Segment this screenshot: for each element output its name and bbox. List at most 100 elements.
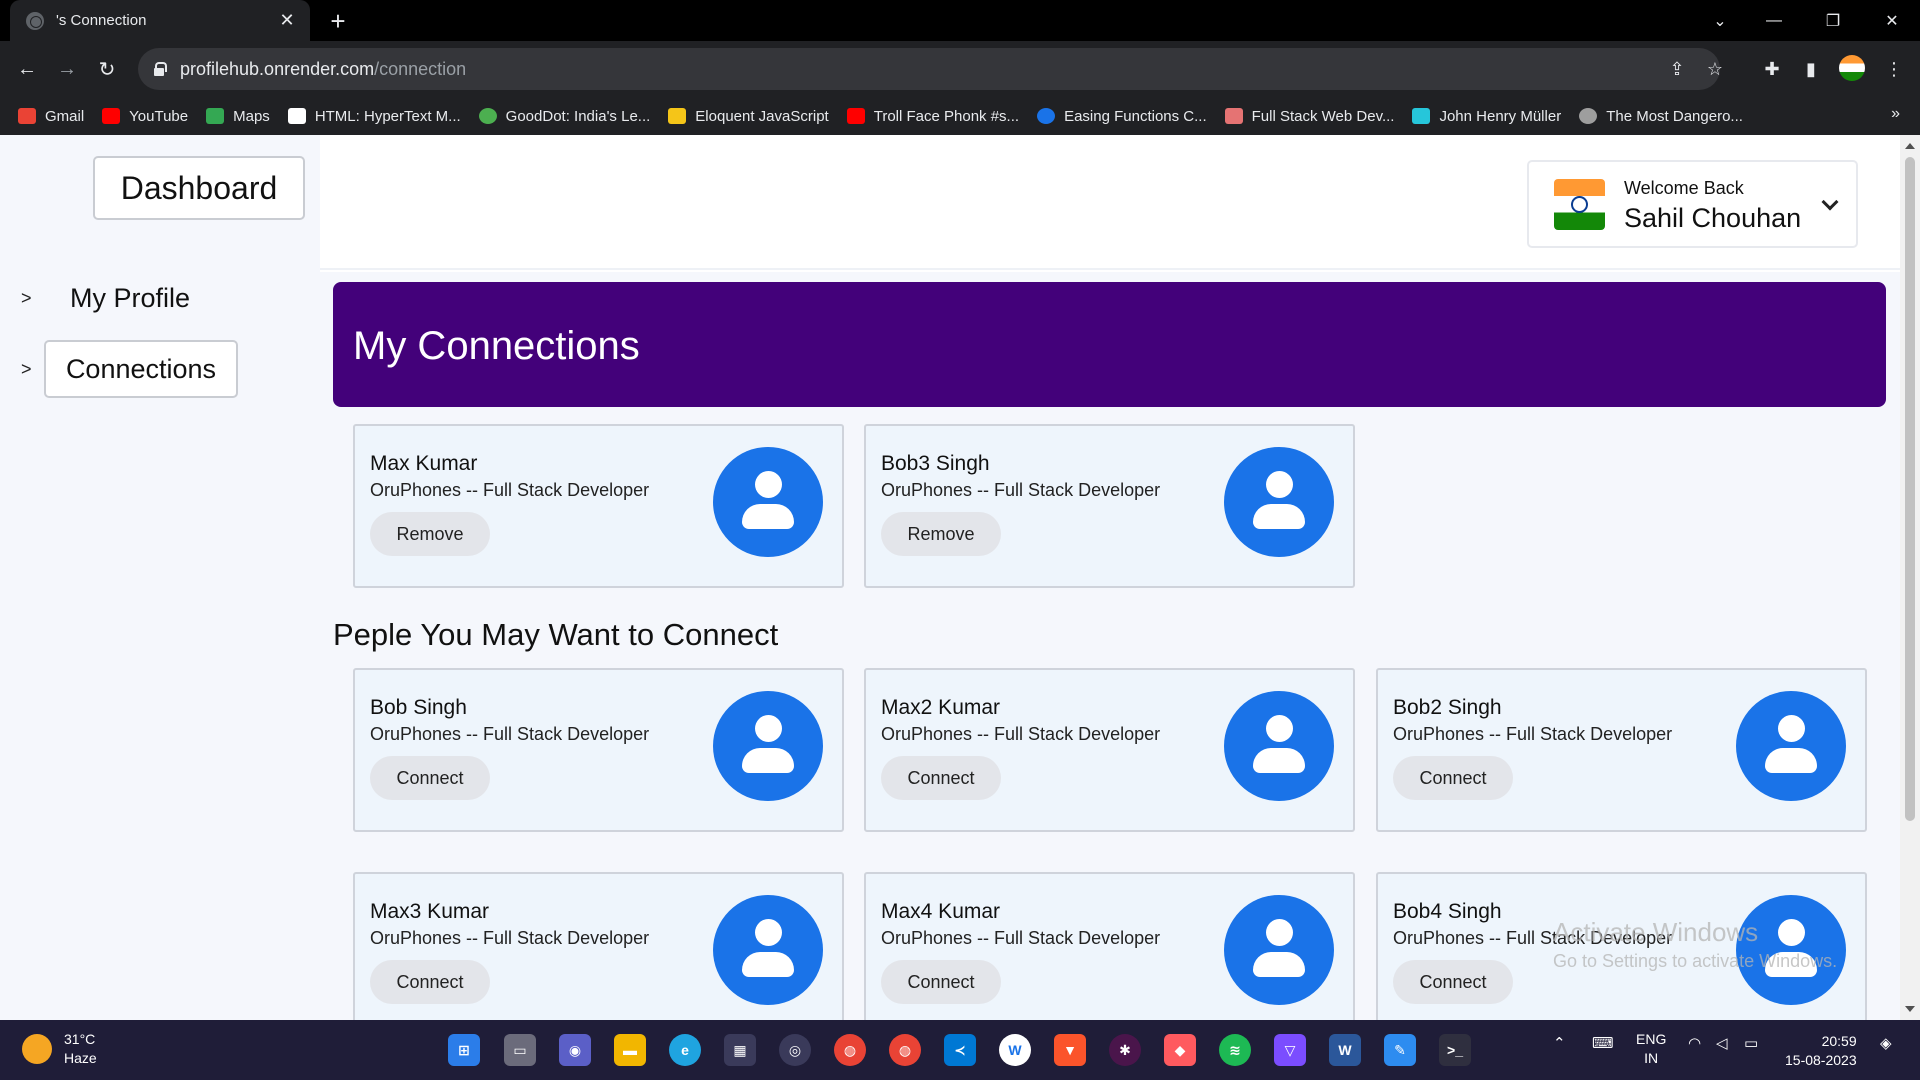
app-icon[interactable]: ▽ bbox=[1274, 1034, 1306, 1066]
new-tab-icon[interactable]: + bbox=[323, 6, 353, 36]
vscode-icon[interactable]: ≺ bbox=[944, 1034, 976, 1066]
person-name: Max Kumar bbox=[370, 452, 478, 475]
close-window-icon[interactable]: ✕ bbox=[1864, 0, 1920, 41]
app-icon[interactable]: ◆ bbox=[1164, 1034, 1196, 1066]
language-indicator[interactable]: ENG IN bbox=[1636, 1030, 1666, 1068]
bookmark-item[interactable]: Troll Face Phonk #s... bbox=[846, 108, 1019, 125]
connect-button[interactable]: Connect bbox=[370, 756, 490, 800]
terminal-icon[interactable]: >_ bbox=[1439, 1034, 1471, 1066]
suggestion-card: Max3 Kumar OruPhones -- Full Stack Devel… bbox=[353, 872, 844, 1020]
browser-tab[interactable]: 's Connection ✕ bbox=[10, 0, 310, 41]
minimize-icon[interactable]: — bbox=[1746, 0, 1802, 41]
slack-icon[interactable]: ✱ bbox=[1109, 1034, 1141, 1066]
bookmark-label: HTML: HyperText M... bbox=[314, 107, 461, 125]
task-view-icon[interactable]: ▭ bbox=[504, 1034, 536, 1066]
bookmark-item[interactable]: The Most Dangero... bbox=[1579, 108, 1743, 125]
bookmark-label: John Henry Müller bbox=[1439, 107, 1562, 125]
profile-avatar-icon[interactable] bbox=[1839, 55, 1865, 81]
address-bar[interactable]: profilehub.onrender.com/connection ⇪ ☆ bbox=[138, 48, 1723, 90]
maps-icon bbox=[206, 108, 225, 124]
browser-tab-strip: 's Connection ✕ + ⌄ — ❐ ✕ bbox=[0, 0, 1920, 41]
gooddot-icon bbox=[478, 108, 497, 124]
reload-icon[interactable]: ↻ bbox=[89, 51, 125, 87]
brave-icon[interactable]: ▼ bbox=[1054, 1034, 1086, 1066]
chrome-icon[interactable]: ◍ bbox=[834, 1034, 866, 1066]
edge-icon[interactable]: e bbox=[669, 1034, 701, 1066]
chevron-up-icon[interactable]: ⌃ bbox=[1553, 1034, 1566, 1052]
connect-button[interactable]: Connect bbox=[1393, 756, 1513, 800]
keyboard-icon[interactable]: ⌨ bbox=[1592, 1034, 1614, 1052]
side-panel-icon[interactable]: ▮ bbox=[1797, 55, 1825, 83]
site-icon bbox=[1579, 108, 1598, 124]
scroll-up-icon[interactable] bbox=[1905, 143, 1915, 149]
mdn-icon bbox=[287, 108, 306, 124]
restore-icon[interactable]: ❐ bbox=[1805, 0, 1861, 41]
bookmark-item[interactable]: John Henry Müller bbox=[1412, 108, 1561, 125]
bookmark-item[interactable]: GoodDot: India's Le... bbox=[478, 108, 650, 125]
sidebar-item-connections[interactable]: > Connections bbox=[0, 340, 320, 398]
scroll-down-icon[interactable] bbox=[1905, 1006, 1915, 1012]
back-icon[interactable]: ← bbox=[9, 51, 45, 87]
more-bookmarks-icon[interactable]: » bbox=[1891, 105, 1900, 123]
bookmark-item[interactable]: Full Stack Web Dev... bbox=[1224, 108, 1394, 125]
bookmark-label: Gmail bbox=[45, 107, 85, 125]
bookmark-star-icon[interactable]: ☆ bbox=[1703, 57, 1727, 81]
user-name: Sahil Chouhan bbox=[1624, 203, 1802, 233]
globe-icon bbox=[26, 11, 44, 30]
app-icon[interactable]: W bbox=[999, 1034, 1031, 1066]
word-icon[interactable]: W bbox=[1329, 1034, 1361, 1066]
url-host: profilehub.onrender.com bbox=[180, 58, 375, 79]
user-avatar-icon bbox=[1736, 895, 1846, 1005]
extensions-icon[interactable]: ✚ bbox=[1758, 55, 1786, 83]
app-icon[interactable]: ✎ bbox=[1384, 1034, 1416, 1066]
person-role: OruPhones -- Full Stack Developer bbox=[881, 724, 1161, 744]
bookmark-item[interactable]: Maps bbox=[206, 108, 270, 125]
remove-button[interactable]: Remove bbox=[881, 512, 1001, 556]
ms-store-icon[interactable]: ▦ bbox=[724, 1034, 756, 1066]
tab-title: 's Connection bbox=[56, 12, 147, 29]
chrome-active-icon[interactable]: ◍ bbox=[889, 1034, 921, 1066]
bookmark-item[interactable]: Easing Functions C... bbox=[1037, 108, 1207, 125]
spotify-icon[interactable]: ≋ bbox=[1219, 1034, 1251, 1066]
file-explorer-icon[interactable]: ▬ bbox=[614, 1034, 646, 1066]
battery-icon[interactable]: ▭ bbox=[1744, 1034, 1758, 1052]
clock[interactable]: 20:59 15-08-2023 bbox=[1785, 1032, 1857, 1070]
chevron-down-icon[interactable] bbox=[1819, 193, 1841, 215]
scroll-thumb[interactable] bbox=[1905, 157, 1915, 821]
lock-icon[interactable] bbox=[152, 62, 167, 76]
teams-chat-icon[interactable]: ◉ bbox=[559, 1034, 591, 1066]
bookmark-item[interactable]: Eloquent JavaScript bbox=[668, 108, 829, 125]
connect-button[interactable]: Connect bbox=[1393, 960, 1513, 1004]
windows-start-icon[interactable]: ⊞ bbox=[448, 1034, 480, 1066]
tab-search-icon[interactable]: ⌄ bbox=[1692, 0, 1748, 41]
weather-widget[interactable]: 31°C Haze bbox=[22, 1030, 97, 1068]
dashboard-button[interactable]: Dashboard bbox=[93, 156, 305, 220]
remove-button[interactable]: Remove bbox=[370, 512, 490, 556]
connect-button[interactable]: Connect bbox=[881, 960, 1001, 1004]
wifi-icon[interactable]: ◠ bbox=[1688, 1034, 1701, 1052]
volume-icon[interactable]: ◁ bbox=[1716, 1034, 1728, 1052]
connect-button[interactable]: Connect bbox=[881, 756, 1001, 800]
page-scrollbar[interactable] bbox=[1900, 135, 1920, 1020]
youtube-icon bbox=[102, 108, 121, 124]
close-tab-icon[interactable]: ✕ bbox=[276, 10, 298, 32]
sidebar-item-my-profile[interactable]: > My Profile bbox=[0, 278, 320, 318]
forward-icon[interactable]: → bbox=[49, 51, 85, 87]
connections-banner: My Connections bbox=[333, 282, 1886, 407]
connect-button[interactable]: Connect bbox=[370, 960, 490, 1004]
connections-box[interactable]: Connections bbox=[44, 340, 238, 398]
bookmark-item[interactable]: HTML: HyperText M... bbox=[287, 107, 461, 125]
person-name: Max4 Kumar bbox=[881, 900, 1001, 923]
person-role: OruPhones -- Full Stack Developer bbox=[881, 480, 1161, 500]
bookmark-item[interactable]: Gmail bbox=[18, 108, 84, 125]
person-name: Max2 Kumar bbox=[881, 696, 1001, 719]
menu-dots-icon[interactable]: ⋮ bbox=[1880, 55, 1908, 83]
notification-icon[interactable]: ◈ bbox=[1880, 1034, 1892, 1052]
bookmark-item[interactable]: YouTube bbox=[102, 108, 188, 125]
obs-icon[interactable]: ◎ bbox=[779, 1034, 811, 1066]
person-name: Max3 Kumar bbox=[370, 900, 490, 923]
share-icon[interactable]: ⇪ bbox=[1665, 57, 1689, 81]
user-avatar-icon bbox=[1224, 895, 1334, 1005]
user-menu[interactable]: Welcome Back Sahil Chouhan bbox=[1527, 160, 1858, 248]
site-icon bbox=[1412, 108, 1431, 124]
